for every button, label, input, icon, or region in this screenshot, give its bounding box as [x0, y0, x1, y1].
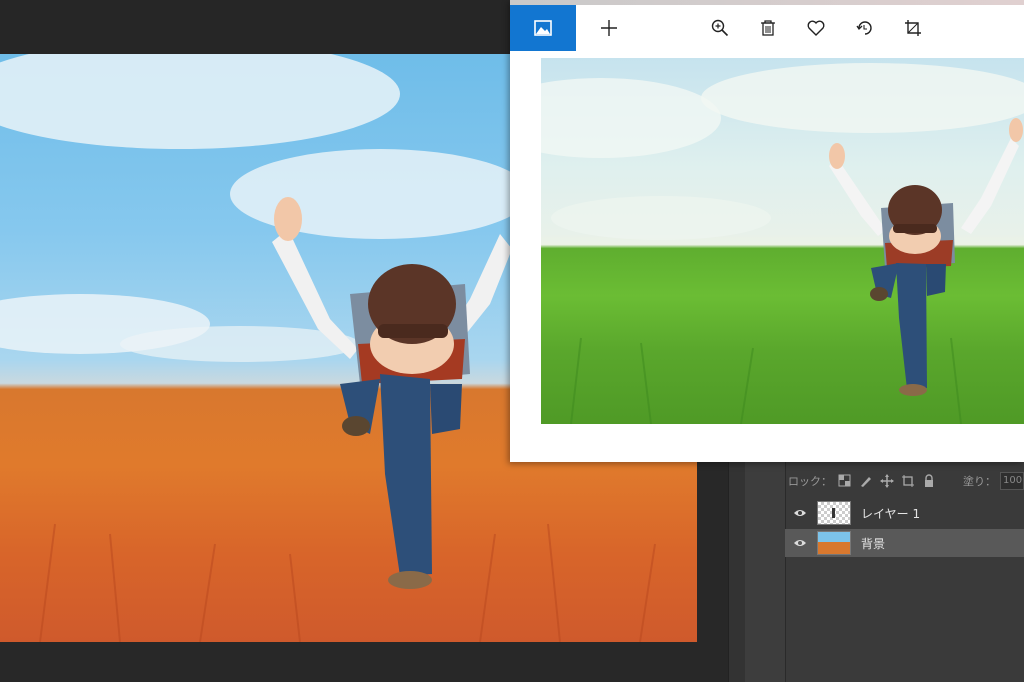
eye-icon[interactable] — [793, 538, 807, 548]
eye-icon[interactable] — [793, 508, 807, 518]
image-button[interactable] — [510, 5, 576, 51]
viewer-photo-green-field[interactable] — [541, 58, 1024, 424]
panel-divider[interactable] — [728, 462, 746, 682]
add-button[interactable] — [589, 5, 629, 51]
lock-artboard-icon[interactable] — [901, 474, 915, 488]
layer-lock-row: ロック： 塗り： 100 — [788, 470, 1024, 492]
lock-position-icon[interactable] — [880, 474, 894, 488]
rotate-button[interactable] — [845, 5, 885, 51]
layers-panel — [745, 462, 1024, 682]
lock-all-icon[interactable] — [922, 474, 936, 488]
layers-panel-side-strip — [745, 462, 786, 682]
favorite-button[interactable] — [796, 5, 836, 51]
lock-label: ロック： — [788, 475, 832, 488]
rotate-icon — [856, 19, 874, 37]
delete-button[interactable] — [748, 5, 788, 51]
lock-image-pixels-icon[interactable] — [859, 474, 873, 488]
image-icon — [534, 20, 552, 36]
fill-value-field[interactable]: 100 — [1000, 472, 1024, 490]
layer-thumbnail-transparent — [817, 501, 851, 525]
zoom-in-button[interactable] — [700, 5, 740, 51]
fill-label: 塗り： — [963, 475, 996, 488]
boy-jumping-green-photo — [541, 63, 1024, 424]
layer-name: レイヤー 1 — [861, 506, 921, 521]
crop-icon — [904, 19, 922, 37]
favorite-icon — [807, 20, 825, 36]
lock-transparent-pixels-icon[interactable] — [838, 474, 852, 488]
layer-row-background[interactable]: 背景 — [785, 529, 1024, 557]
layer-row-layer1[interactable]: レイヤー 1 — [785, 499, 1024, 527]
add-icon — [600, 19, 618, 37]
delete-icon — [760, 19, 776, 37]
zoom-in-icon — [711, 19, 729, 37]
layer-thumbnail-photo — [817, 531, 851, 555]
viewer-toolbar — [510, 5, 1024, 51]
photos-viewer-window — [510, 0, 1024, 462]
crop-button[interactable] — [893, 5, 933, 51]
layer-name: 背景 — [861, 536, 886, 551]
